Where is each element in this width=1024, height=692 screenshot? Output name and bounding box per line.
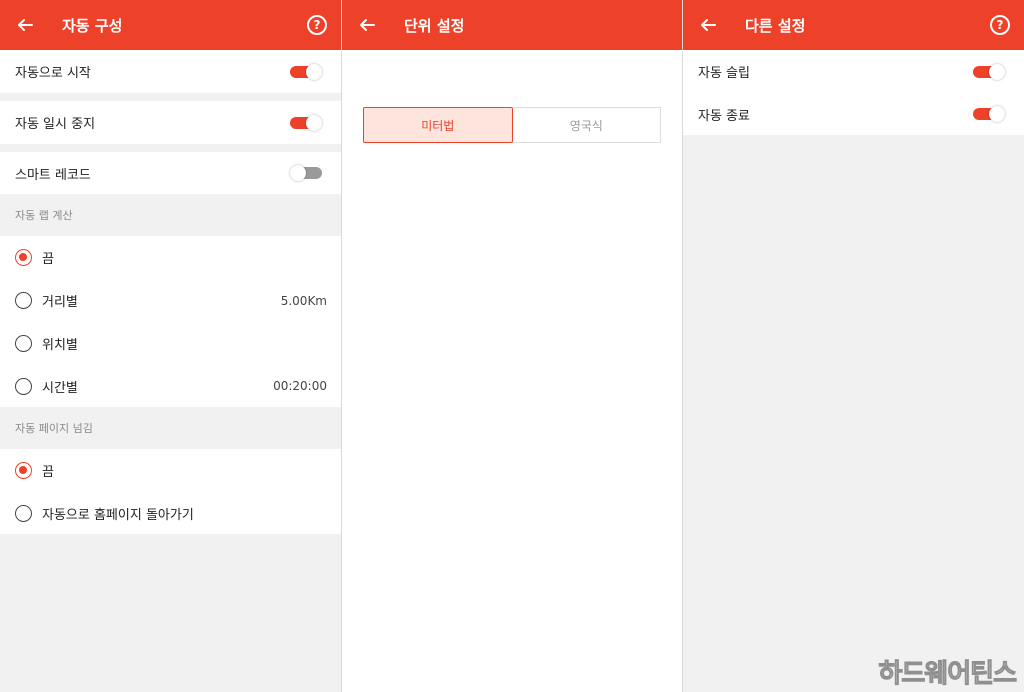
lap-option-label: 위치별	[42, 338, 78, 353]
help-button[interactable]: ?	[990, 15, 1010, 35]
radio-selected-icon[interactable]	[15, 462, 32, 479]
page-option-home[interactable]: 자동으로 홈페이지 돌아가기	[0, 492, 341, 534]
radio-icon[interactable]	[15, 377, 32, 395]
start-auto-toggle[interactable]	[290, 63, 322, 80]
page-title: 자동 구성	[62, 16, 123, 35]
lap-option-time[interactable]: 시간별 00:20:00	[0, 365, 341, 407]
lap-distance-value: 5.00Km	[280, 293, 327, 308]
watermark: 하드웨어틴스	[878, 659, 1018, 690]
page-title: 단위 설정	[404, 16, 465, 35]
page-option-label: 자동으로 홈페이지 돌아가기	[42, 507, 194, 523]
auto-lap-heading: 자동 랩 계산	[0, 194, 341, 236]
start-auto-row[interactable]: 자동으로 시작	[0, 50, 341, 93]
smart-record-label: 스마트 레코드	[15, 167, 91, 183]
header: 다른 설정 ?	[683, 0, 1024, 50]
radio-icon[interactable]	[15, 335, 32, 352]
arrow-left-icon	[18, 19, 33, 31]
auto-pause-row[interactable]: 자동 일시 중지	[0, 101, 341, 144]
auto-sleep-toggle[interactable]	[973, 63, 1005, 80]
help-button[interactable]: ?	[307, 15, 327, 35]
auto-sleep-row[interactable]: 자동 슬립	[683, 50, 1024, 93]
question-circle-icon: ?	[313, 18, 321, 32]
auto-off-toggle[interactable]	[973, 106, 1005, 122]
smart-record-toggle[interactable]	[290, 165, 322, 181]
auto-off-row[interactable]: 자동 종료	[683, 93, 1024, 135]
auto-pause-label: 자동 일시 중지	[15, 117, 96, 132]
lap-option-label: 거리별	[42, 295, 78, 310]
arrow-left-icon	[701, 19, 716, 31]
lap-option-label: 끔	[42, 252, 54, 267]
auto-pause-toggle[interactable]	[290, 114, 322, 131]
auto-page-heading: 자동 페이지 넘김	[0, 407, 341, 449]
metric-button[interactable]: 미터법	[363, 107, 513, 143]
auto-config-panel: 자동 구성 ? 자동으로 시작 자동 일시 중지 스마트 레코드 자동 랩 계산…	[0, 0, 341, 692]
radio-icon[interactable]	[15, 504, 32, 522]
page-option-label: 끔	[42, 465, 54, 480]
lap-option-label: 시간별	[42, 380, 78, 396]
header: 단위 설정	[342, 0, 682, 50]
back-button[interactable]	[342, 0, 392, 50]
lap-option-distance[interactable]: 거리별 5.00Km	[0, 279, 341, 322]
question-circle-icon: ?	[996, 18, 1004, 32]
lap-time-value: 00:20:00	[273, 379, 327, 393]
back-button[interactable]	[0, 0, 50, 50]
auto-off-label: 자동 종료	[698, 108, 750, 124]
radio-icon[interactable]	[15, 292, 32, 309]
page-option-off[interactable]: 끔	[0, 449, 341, 492]
back-button[interactable]	[683, 0, 733, 50]
start-auto-label: 자동으로 시작	[15, 66, 91, 81]
auto-sleep-label: 자동 슬립	[698, 66, 750, 81]
page-title: 다른 설정	[745, 16, 806, 35]
unit-settings-panel: 단위 설정 미터법 영국식	[342, 0, 682, 692]
arrow-left-icon	[360, 19, 375, 31]
lap-option-off[interactable]: 끔	[0, 236, 341, 279]
unit-segmented-control: 미터법 영국식	[363, 107, 661, 143]
lap-option-location[interactable]: 위치별	[0, 322, 341, 365]
smart-record-row[interactable]: 스마트 레코드	[0, 152, 341, 194]
other-settings-panel: 다른 설정 ? 자동 슬립 자동 종료	[683, 0, 1024, 692]
imperial-button[interactable]: 영국식	[512, 107, 661, 143]
radio-selected-icon[interactable]	[15, 249, 32, 266]
header: 자동 구성 ?	[0, 0, 341, 50]
